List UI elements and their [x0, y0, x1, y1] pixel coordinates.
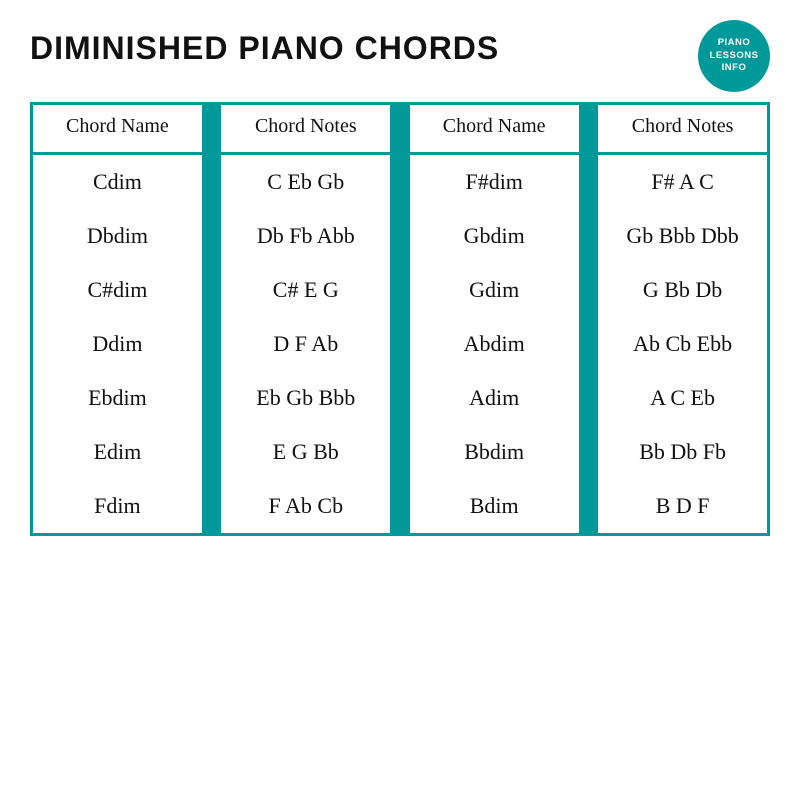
- chord-notes-left: Eb Gb Bbb: [221, 371, 390, 425]
- chord-name-right: F#dim: [410, 154, 579, 210]
- chord-name-left: Ddim: [33, 317, 202, 371]
- table-row: Ebdim Eb Gb Bbb Adim A C Eb: [33, 371, 767, 425]
- col-divider: [202, 209, 222, 263]
- chord-name-right: Gdim: [410, 263, 579, 317]
- chord-notes-left: C# E G: [221, 263, 390, 317]
- chord-notes-right: B D F: [598, 479, 767, 533]
- chord-name-right: Gbdim: [410, 209, 579, 263]
- page-title: DIMINISHED PIANO CHORDS: [30, 30, 499, 67]
- chord-notes-right: F# A C: [598, 154, 767, 210]
- col-divider: [390, 425, 410, 479]
- chord-name-left: Cdim: [33, 154, 202, 210]
- chord-name-left: Fdim: [33, 479, 202, 533]
- table-row: C#dim C# E G Gdim G Bb Db: [33, 263, 767, 317]
- table-row: Dbdim Db Fb Abb Gbdim Gb Bbb Dbb: [33, 209, 767, 263]
- chord-notes-left: D F Ab: [221, 317, 390, 371]
- table-row: Edim E G Bb Bbdim Bb Db Fb: [33, 425, 767, 479]
- table-row: Cdim C Eb Gb F#dim F# A C: [33, 154, 767, 210]
- col-divider: [202, 317, 222, 371]
- divider-3: [579, 105, 599, 154]
- table-row: Ddim D F Ab Abdim Ab Cb Ebb: [33, 317, 767, 371]
- col-divider: [579, 317, 599, 371]
- logo-circle: PIANOLESSONSINFO: [698, 20, 770, 92]
- chord-name-right: Abdim: [410, 317, 579, 371]
- divider-1: [202, 105, 222, 154]
- chord-table-wrapper: Chord Name Chord Notes Chord Name Chord …: [30, 102, 770, 536]
- col-divider: [579, 263, 599, 317]
- chord-name-right: Bbdim: [410, 425, 579, 479]
- chord-notes-right: Bb Db Fb: [598, 425, 767, 479]
- col-divider: [579, 371, 599, 425]
- col-divider: [390, 317, 410, 371]
- col-divider: [390, 371, 410, 425]
- col-divider: [202, 371, 222, 425]
- col-divider: [579, 154, 599, 210]
- chord-name-right: Adim: [410, 371, 579, 425]
- chord-notes-right: Ab Cb Ebb: [598, 317, 767, 371]
- table-row: Fdim F Ab Cb Bdim B D F: [33, 479, 767, 533]
- chord-table: Chord Name Chord Notes Chord Name Chord …: [33, 105, 767, 533]
- col-divider: [579, 209, 599, 263]
- chord-notes-left: E G Bb: [221, 425, 390, 479]
- chord-notes-right: A C Eb: [598, 371, 767, 425]
- chord-notes-left: C Eb Gb: [221, 154, 390, 210]
- chord-name-left: Ebdim: [33, 371, 202, 425]
- chord-notes-right: G Bb Db: [598, 263, 767, 317]
- logo-text: PIANOLESSONSINFO: [710, 37, 759, 74]
- header-row: DIMINISHED PIANO CHORDS PIANOLESSONSINFO: [30, 20, 770, 92]
- header-chord-name-2: Chord Name: [410, 105, 579, 154]
- chord-notes-right: Gb Bbb Dbb: [598, 209, 767, 263]
- col-divider: [390, 479, 410, 533]
- chord-notes-left: F Ab Cb: [221, 479, 390, 533]
- page: DIMINISHED PIANO CHORDS PIANOLESSONSINFO…: [0, 0, 800, 800]
- col-divider: [202, 263, 222, 317]
- chord-name-right: Bdim: [410, 479, 579, 533]
- header-chord-notes-1: Chord Notes: [221, 105, 390, 154]
- header-chord-name-1: Chord Name: [33, 105, 202, 154]
- col-divider: [390, 263, 410, 317]
- chord-notes-left: Db Fb Abb: [221, 209, 390, 263]
- chord-name-left: C#dim: [33, 263, 202, 317]
- col-divider: [202, 479, 222, 533]
- col-divider: [202, 425, 222, 479]
- chord-name-left: Dbdim: [33, 209, 202, 263]
- col-divider: [579, 425, 599, 479]
- col-divider: [390, 209, 410, 263]
- chord-name-left: Edim: [33, 425, 202, 479]
- header-chord-notes-2: Chord Notes: [598, 105, 767, 154]
- col-divider: [579, 479, 599, 533]
- col-divider: [390, 154, 410, 210]
- col-divider: [202, 154, 222, 210]
- divider-2: [390, 105, 410, 154]
